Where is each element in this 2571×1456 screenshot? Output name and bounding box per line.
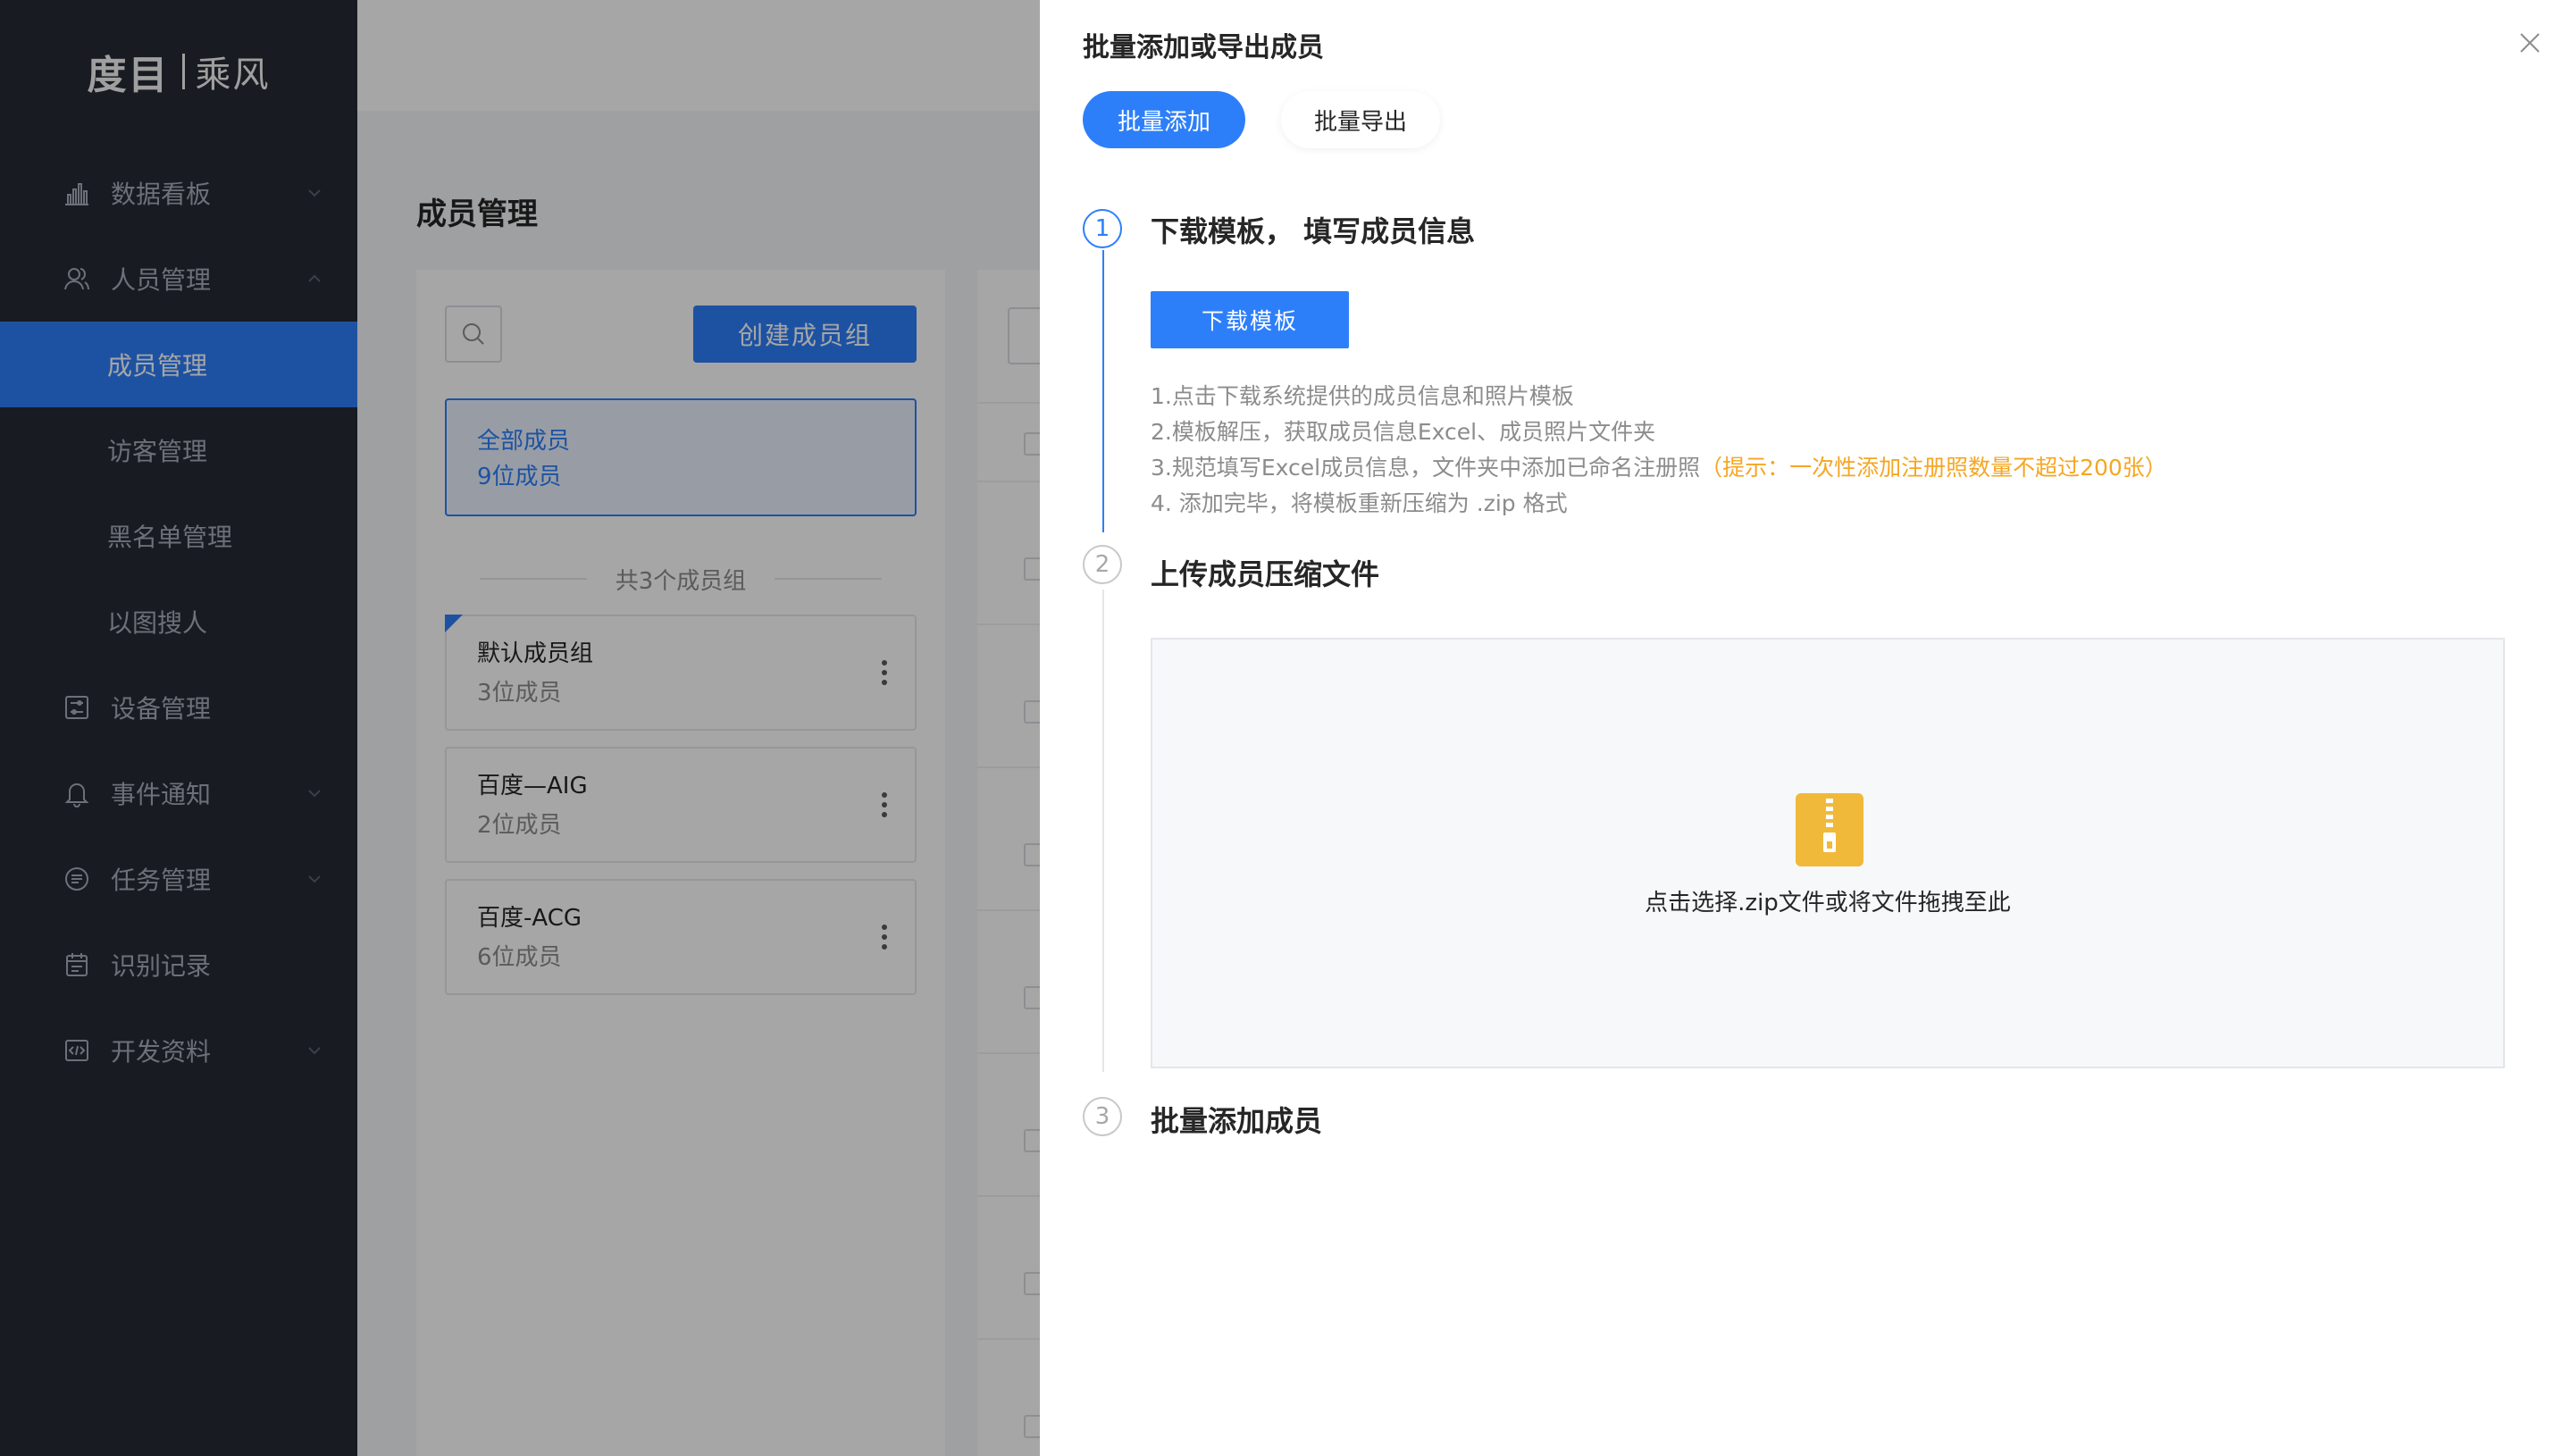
batch-drawer: 批量添加或导出成员 批量添加 批量导出 1 下载模板， 填写成员信息 下载模板 … [1040,0,2571,1456]
instruction-tip: （提示：一次性添加注册照数量不超过200张） [1700,455,2167,481]
instruction-line-4: 4. 添加完毕，将模板重新压缩为 .zip 格式 [1151,490,1568,516]
step-number-2: 2 [1083,545,1122,584]
step-number-1: 1 [1083,209,1122,248]
instructions: 1.点击下载系统提供的成员信息和照片模板 2.模板解压，获取成员信息Excel、… [1151,379,2167,522]
zip-file-icon [1796,793,1863,866]
tab-batch-add[interactable]: 批量添加 [1083,91,1245,148]
tab-batch-export[interactable]: 批量导出 [1281,91,1440,148]
instruction-line-3: 3.规范填写Excel成员信息，文件夹中添加已命名注册照（提示：一次性添加注册照… [1151,450,2167,486]
download-template-button[interactable]: 下载模板 [1151,291,1349,348]
instruction-line-3-text: 3.规范填写Excel成员信息，文件夹中添加已命名注册照 [1151,455,1701,481]
step-connector [1102,590,1104,1072]
instruction-line-2: 2.模板解压，获取成员信息Excel、成员照片文件夹 [1151,419,1656,445]
step-title-1: 下载模板， 填写成员信息 [1151,214,1476,248]
step-title-3: 批量添加成员 [1151,1104,1323,1138]
step-title-2: 上传成员压缩文件 [1151,557,1380,591]
instruction-line-1: 1.点击下载系统提供的成员信息和照片模板 [1151,383,1574,409]
zip-upload-dropzone[interactable]: 点击选择.zip文件或将文件拖拽至此 [1151,638,2505,1068]
modal-overlay[interactable] [0,0,1040,1456]
close-icon[interactable] [2517,30,2542,55]
upload-hint: 点击选择.zip文件或将文件拖拽至此 [1645,890,2011,916]
drawer-title: 批量添加或导出成员 [1083,32,1324,63]
step-number-3: 3 [1083,1097,1122,1136]
step-connector [1102,250,1104,532]
